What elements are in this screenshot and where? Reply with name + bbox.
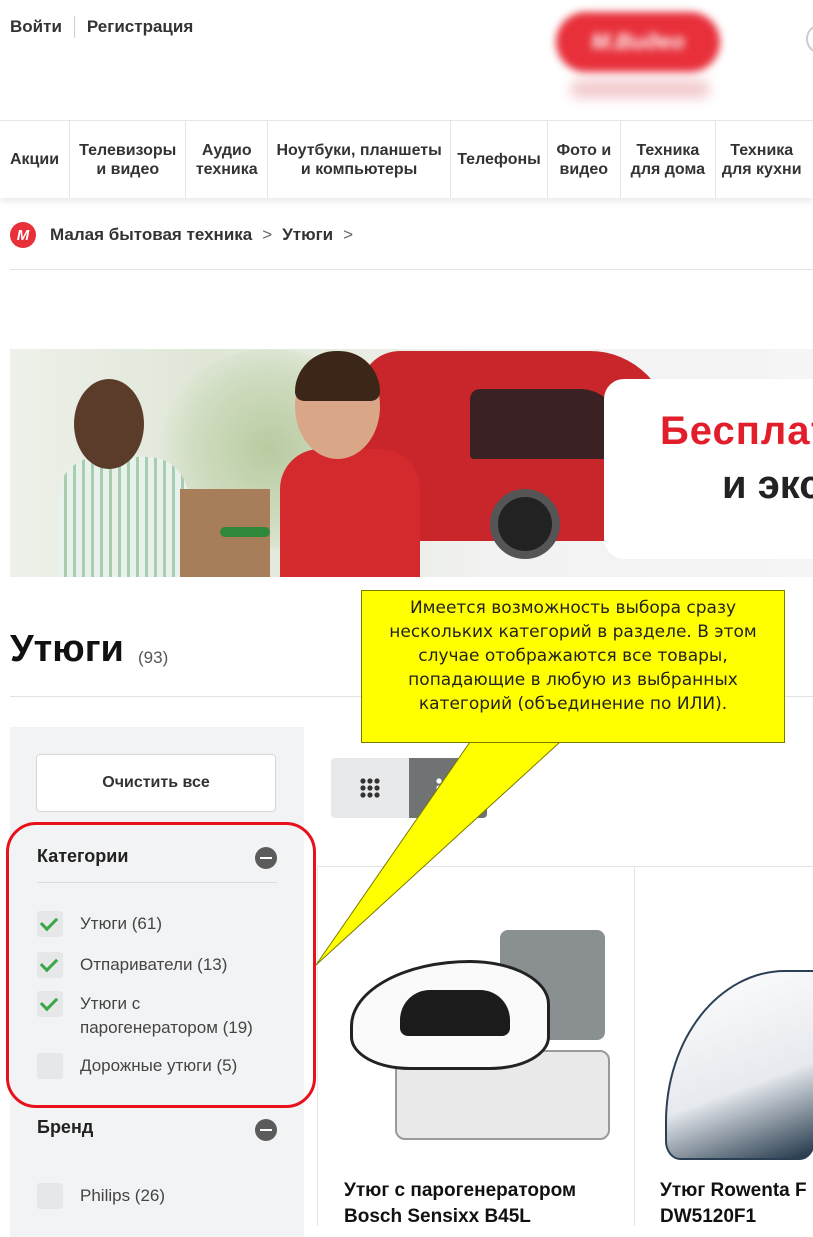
banner-cart [220, 527, 270, 537]
banner-van-window [470, 389, 620, 459]
filter-brand-title[interactable]: Бренд [37, 1117, 93, 1138]
brand-philips-checkbox[interactable] [37, 1183, 63, 1209]
home-logo-icon[interactable]: М [10, 222, 36, 248]
breadcrumb-separator: > [262, 225, 273, 244]
nav-item-kitchen[interactable]: Техника для кухни [716, 121, 813, 198]
banner-headline: Бесплатная [660, 409, 813, 453]
list-view-button[interactable] [409, 758, 487, 818]
nav-item-phones[interactable]: Телефоны [451, 121, 548, 198]
nav-item-audio[interactable]: Аудио техника [186, 121, 269, 198]
product-title-line: Bosch Sensixx B45L [344, 1206, 531, 1227]
logo-text: М.Видео [591, 29, 685, 54]
site-logo[interactable]: М.Видео [556, 12, 720, 72]
nav-item-laptops[interactable]: Ноутбуки, планшеты и компьютеры [268, 121, 452, 198]
breadcrumb-item-small-appliances[interactable]: Малая бытовая техника [50, 225, 252, 245]
collapse-brand-icon[interactable] [255, 1119, 277, 1141]
login-link[interactable]: Войти [10, 17, 62, 37]
banner-customer [58, 457, 188, 577]
product-count: (93) [138, 648, 169, 667]
clear-all-button[interactable]: Очистить все [36, 754, 276, 812]
product-title-line: Утюг Rowenta F [660, 1180, 807, 1201]
product-title-line: Утюг с парогенератором [344, 1180, 577, 1201]
banner-van-wheel [490, 489, 560, 559]
page-title: Утюги [10, 628, 124, 670]
header-icon[interactable] [806, 24, 813, 54]
auth-divider [73, 16, 75, 38]
banner-subheadline: и экспресс [722, 463, 813, 507]
nav-item-photo[interactable]: Фото и видео [548, 121, 621, 198]
auth-links: Войти Регистрация [10, 16, 193, 38]
product-title[interactable]: Утюг Rowenta F DW5120F1 [660, 1178, 807, 1230]
brand-philips-label[interactable]: Philips (26) [80, 1184, 165, 1208]
banner-courier [280, 449, 420, 577]
nav-item-home[interactable]: Техника для дома [621, 121, 716, 198]
view-toggle [331, 758, 487, 818]
annotation-callout: Имеется возможность выбора сразу несколь… [361, 590, 785, 743]
grid-view-button[interactable] [331, 758, 409, 818]
product-image-part [400, 990, 510, 1036]
breadcrumb-separator: > [343, 225, 354, 244]
main-nav: Акции Телевизоры и видео Аудио техника Н… [0, 120, 813, 198]
logo-shadow [570, 80, 710, 98]
product-title-line: DW5120F1 [660, 1206, 757, 1227]
banner-customer-head [74, 379, 144, 469]
nav-item-promo[interactable]: Акции [0, 121, 71, 198]
product-title[interactable]: Утюг с парогенератором Bosch Sensixx B45… [344, 1178, 576, 1230]
divider [10, 269, 813, 270]
nav-item-tv[interactable]: Телевизоры и видео [70, 121, 187, 198]
breadcrumb-item-irons[interactable]: Утюги [282, 225, 333, 245]
promo-banner[interactable]: Бесплатная и экспресс [10, 349, 813, 577]
list-icon [436, 778, 459, 798]
register-link[interactable]: Регистрация [87, 17, 193, 37]
categories-highlight-frame [6, 822, 316, 1108]
grid-icon [360, 778, 380, 798]
breadcrumb: М Малая бытовая техника > Утюги > [10, 222, 363, 248]
